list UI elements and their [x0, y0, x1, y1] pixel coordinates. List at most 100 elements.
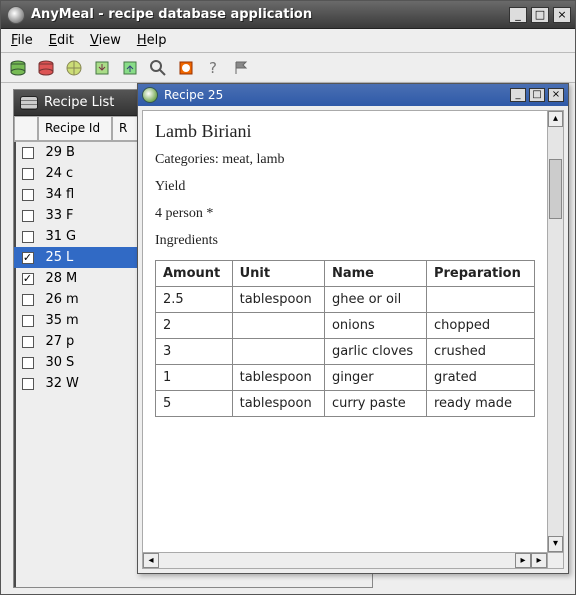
cell-name: onions — [324, 313, 426, 339]
svg-text:?: ? — [209, 59, 217, 77]
row-id: 24 — [38, 166, 66, 181]
help-icon[interactable]: ? — [203, 57, 225, 79]
cell-prep: grated — [426, 365, 534, 391]
cell-unit: tablespoon — [232, 391, 324, 417]
recipe-window: Recipe 25 _ □ × Lamb Biriani Categories:… — [137, 83, 569, 574]
main-window: AnyMeal - recipe database application _ … — [0, 0, 576, 595]
row-checkbox[interactable] — [17, 147, 38, 159]
scroll-thumb[interactable] — [549, 159, 562, 219]
scroll-right-icon[interactable]: ▸ — [515, 553, 531, 568]
flag-icon[interactable] — [231, 57, 253, 79]
row-id: 30 — [38, 355, 66, 370]
cell-prep: ready made — [426, 391, 534, 417]
scroll-corner — [547, 552, 563, 568]
scroll-left-icon[interactable]: ◂ — [143, 553, 159, 568]
ingredient-row: 1tablespoongingergrated — [156, 365, 535, 391]
db-connect-icon[interactable] — [7, 57, 29, 79]
ingredient-row: 5tablespooncurry pasteready made — [156, 391, 535, 417]
row-checkbox[interactable] — [17, 210, 38, 222]
ingredients-table: Amount Unit Name Preparation 2.5tablespo… — [155, 260, 535, 417]
col-name: Name — [324, 261, 426, 287]
row-id: 34 — [38, 187, 66, 202]
cell-name: ghee or oil — [324, 287, 426, 313]
recipe-window-title: Recipe 25 — [164, 88, 507, 102]
cell-amount: 5 — [156, 391, 233, 417]
recipe-yield-value: 4 person * — [155, 206, 543, 222]
app-icon — [7, 6, 25, 24]
ingredients-label: Ingredients — [155, 233, 543, 249]
col-recipe-id[interactable]: Recipe Id — [38, 116, 112, 141]
export-icon[interactable] — [119, 57, 141, 79]
row-checkbox[interactable] — [17, 357, 38, 369]
cell-name: garlic cloves — [324, 339, 426, 365]
titlebar[interactable]: AnyMeal - recipe database application _ … — [1, 1, 575, 29]
ingredient-row: 2 onionschopped — [156, 313, 535, 339]
menu-file[interactable]: File — [11, 33, 33, 48]
col-amount: Amount — [156, 261, 233, 287]
row-id: 29 — [38, 145, 66, 160]
workarea: Recipe List Recipe Id R 29 B24 c34 fl33 … — [1, 83, 575, 594]
scroll-down-icon[interactable]: ▾ — [548, 536, 563, 552]
row-checkbox[interactable] — [17, 231, 38, 243]
recipe-body: Lamb Biriani Categories: meat, lamb Yiel… — [142, 110, 564, 569]
cell-name: ginger — [324, 365, 426, 391]
row-checkbox[interactable] — [17, 315, 38, 327]
ingredient-row: 3 garlic clovescrushed — [156, 339, 535, 365]
cell-prep: crushed — [426, 339, 534, 365]
menu-view[interactable]: View — [90, 33, 121, 48]
row-id: 33 — [38, 208, 66, 223]
minimize-button[interactable]: _ — [509, 7, 527, 23]
row-checkbox[interactable] — [17, 378, 38, 390]
row-checkbox[interactable] — [17, 336, 38, 348]
cell-unit — [232, 339, 324, 365]
cell-amount: 2.5 — [156, 287, 233, 313]
row-id: 35 — [38, 313, 66, 328]
scroll-track[interactable] — [548, 127, 563, 536]
col-prep: Preparation — [426, 261, 534, 287]
inner-maximize-button[interactable]: □ — [529, 88, 545, 102]
row-checkbox[interactable] — [17, 168, 38, 180]
cell-amount: 2 — [156, 313, 233, 339]
horizontal-scrollbar[interactable]: ◂ ▸ ▸ — [143, 552, 547, 568]
menu-edit[interactable]: Edit — [49, 33, 74, 48]
search-icon[interactable] — [147, 57, 169, 79]
scroll-up-icon[interactable]: ▴ — [548, 111, 563, 127]
inner-minimize-button[interactable]: _ — [510, 88, 526, 102]
recipe-window-titlebar[interactable]: Recipe 25 _ □ × — [138, 84, 568, 106]
hscroll-track[interactable] — [159, 553, 515, 568]
db-disconnect-icon[interactable] — [35, 57, 57, 79]
recipe-title: Lamb Biriani — [155, 121, 543, 142]
close-button[interactable]: × — [553, 7, 571, 23]
cell-unit: tablespoon — [232, 365, 324, 391]
row-id: 32 — [38, 376, 66, 391]
globe-icon[interactable] — [63, 57, 85, 79]
menubar: File Edit View Help — [1, 29, 575, 53]
row-id: 26 — [38, 292, 66, 307]
inner-close-button[interactable]: × — [548, 88, 564, 102]
row-checkbox[interactable]: ✓ — [17, 273, 38, 285]
vertical-scrollbar[interactable]: ▴ ▾ — [547, 111, 563, 552]
recipe-categories: Categories: meat, lamb — [155, 152, 543, 168]
row-id: 31 — [38, 229, 66, 244]
cell-prep: chopped — [426, 313, 534, 339]
stop-icon[interactable] — [175, 57, 197, 79]
toolbar: ? — [1, 53, 575, 83]
maximize-button[interactable]: □ — [531, 7, 549, 23]
window-title: AnyMeal - recipe database application — [31, 7, 509, 22]
recipe-list-title: Recipe List — [44, 95, 114, 110]
col-checkbox[interactable] — [14, 116, 38, 141]
row-checkbox[interactable]: ✓ — [17, 252, 38, 264]
row-id: 28 — [38, 271, 66, 286]
cell-unit: tablespoon — [232, 287, 324, 313]
row-checkbox[interactable] — [17, 294, 38, 306]
cell-amount: 3 — [156, 339, 233, 365]
recipe-document: Lamb Biriani Categories: meat, lamb Yiel… — [143, 111, 563, 427]
row-id: 25 — [38, 250, 66, 265]
row-checkbox[interactable] — [17, 189, 38, 201]
menu-help[interactable]: Help — [137, 33, 167, 48]
cell-amount: 1 — [156, 365, 233, 391]
cell-name: curry paste — [324, 391, 426, 417]
ingredient-row: 2.5tablespoonghee or oil — [156, 287, 535, 313]
scroll-right2-icon[interactable]: ▸ — [531, 553, 547, 568]
import-icon[interactable] — [91, 57, 113, 79]
